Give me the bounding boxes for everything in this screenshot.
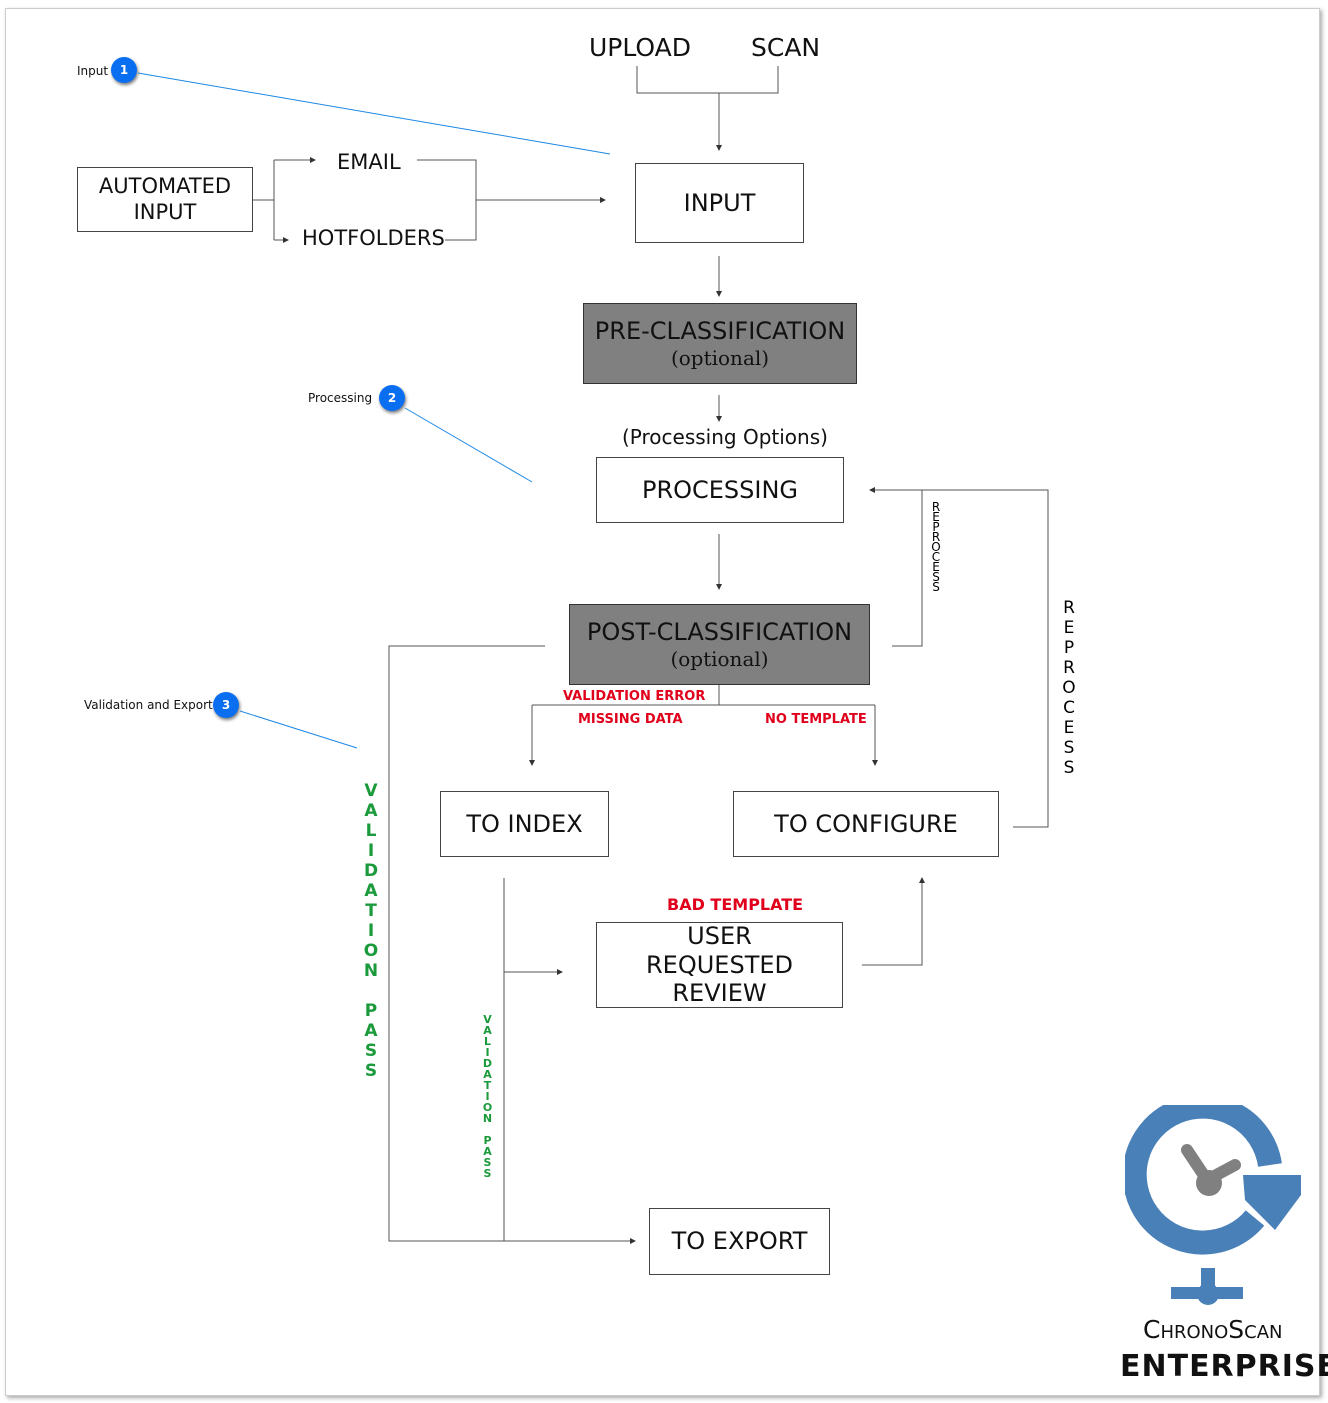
validation-pass-large-label: VALIDATION PASS bbox=[361, 781, 381, 1081]
processing-box: PROCESSING bbox=[596, 457, 844, 523]
to-index-label: TO INDEX bbox=[466, 809, 583, 838]
upload-label: UPLOAD bbox=[589, 33, 692, 62]
bad-template-label: BAD TEMPLATE bbox=[667, 895, 804, 914]
validation-error-label: VALIDATION ERROR bbox=[563, 689, 706, 704]
callout-badge-3: 3 bbox=[213, 692, 239, 718]
hotfolders-label: HOTFOLDERS bbox=[302, 226, 445, 250]
to-export-label: TO EXPORT bbox=[671, 1227, 808, 1256]
processing-options-label: (Processing Options) bbox=[622, 425, 828, 449]
reprocess-inner-label: REPROCESS bbox=[929, 500, 943, 590]
pre-classification-label: PRE-CLASSIFICATION bbox=[594, 317, 846, 346]
to-configure-label: TO CONFIGURE bbox=[774, 809, 958, 838]
no-template-label: NO TEMPLATE bbox=[765, 712, 867, 727]
logo-name: ChronoScan bbox=[1143, 1315, 1283, 1344]
callout-badge-2: 2 bbox=[379, 385, 405, 411]
automated-input-label: AUTOMATED INPUT bbox=[98, 174, 232, 224]
post-optional-label: (optional) bbox=[670, 646, 769, 671]
callout-label-validation: Validation and Export bbox=[84, 698, 213, 712]
logo-edition: ENTERPRISE bbox=[1120, 1349, 1328, 1384]
user-review-label: USER REQUESTED REVIEW bbox=[646, 921, 793, 1008]
email-label: EMAIL bbox=[337, 150, 401, 174]
chronoscan-logo-icon bbox=[1125, 1105, 1301, 1305]
automated-input-box: AUTOMATED INPUT bbox=[77, 167, 253, 232]
reprocess-outer-label: REPROCESS bbox=[1059, 598, 1079, 778]
input-box: INPUT bbox=[635, 163, 804, 243]
callout-label-input: Input bbox=[77, 64, 109, 78]
callout-label-processing: Processing bbox=[308, 391, 373, 405]
missing-data-label: MISSING DATA bbox=[578, 712, 683, 727]
to-export-box: TO EXPORT bbox=[649, 1208, 830, 1275]
user-review-box: USER REQUESTED REVIEW bbox=[596, 922, 843, 1008]
pre-classification-box: PRE-CLASSIFICATION (optional) bbox=[583, 303, 857, 384]
validation-pass-small-label: VALIDATION PASS bbox=[481, 1013, 494, 1178]
input-label: INPUT bbox=[683, 188, 756, 217]
post-classification-box: POST-CLASSIFICATION (optional) bbox=[569, 604, 870, 685]
to-index-box: TO INDEX bbox=[440, 791, 609, 857]
scan-label: SCAN bbox=[751, 33, 821, 62]
processing-label: PROCESSING bbox=[641, 475, 799, 504]
post-classification-label: POST-CLASSIFICATION bbox=[586, 618, 853, 647]
to-configure-box: TO CONFIGURE bbox=[733, 791, 999, 857]
callout-badge-1: 1 bbox=[111, 57, 137, 83]
pre-optional-label: (optional) bbox=[670, 345, 770, 370]
